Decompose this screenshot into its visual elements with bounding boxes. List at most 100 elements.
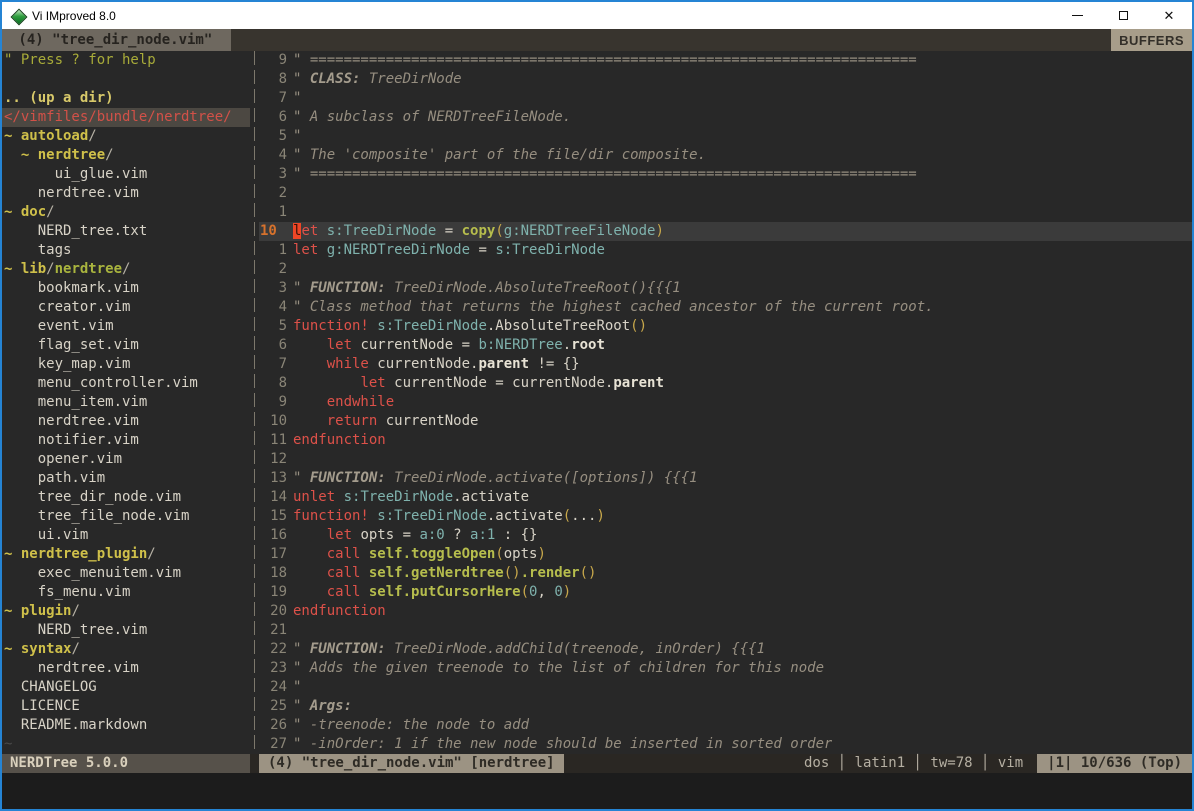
tree-item[interactable]: path.vim	[2, 469, 250, 488]
title-bar[interactable]: Vi IMproved 8.0 ✕	[2, 2, 1192, 29]
line-number: 18	[259, 564, 289, 583]
code-line[interactable]: 12	[259, 450, 1192, 469]
code-line[interactable]: 6" A subclass of NERDTreeFileNode.	[259, 108, 1192, 127]
code-line[interactable]: 4" The 'composite' part of the file/dir …	[259, 146, 1192, 165]
code-line[interactable]: 11endfunction	[259, 431, 1192, 450]
tab-tree-dir-node[interactable]: (4) "tree_dir_node.vim"	[2, 29, 231, 51]
tree-item[interactable]: nerdtree.vim	[2, 412, 250, 431]
tree-item[interactable]: ~ plugin/	[2, 602, 250, 621]
tree-item[interactable]: tree_file_node.vim	[2, 507, 250, 526]
tree-item[interactable]: " Press ? for help	[2, 51, 250, 70]
tree-item[interactable]: ~ nerdtree/	[2, 146, 250, 165]
code-line[interactable]: 27" -inOrder: 1 if the new node should b…	[259, 735, 1192, 754]
tree-item[interactable]: CHANGELOG	[2, 678, 250, 697]
tree-item[interactable]: exec_menuitem.vim	[2, 564, 250, 583]
tree-item[interactable]	[2, 70, 250, 89]
tree-item[interactable]: NERD_tree.txt	[2, 222, 250, 241]
code-line[interactable]: 20endfunction	[259, 602, 1192, 621]
tree-item[interactable]: ui_glue.vim	[2, 165, 250, 184]
code-line[interactable]: 21	[259, 621, 1192, 640]
code-text: endfunction	[289, 431, 386, 450]
tree-item[interactable]: event.vim	[2, 317, 250, 336]
tree-item[interactable]: menu_controller.vim	[2, 374, 250, 393]
tree-item-selected[interactable]: </vimfiles/bundle/nerdtree/	[2, 108, 250, 127]
code-line-cursor[interactable]: 10let s:TreeDirNode = copy(g:NERDTreeFil…	[259, 222, 1192, 241]
code-line[interactable]: 5"	[259, 127, 1192, 146]
token-cmt: " ======================================…	[293, 166, 917, 182]
code-line[interactable]: 8 let currentNode = currentNode.parent	[259, 374, 1192, 393]
code-line[interactable]: 1	[259, 203, 1192, 222]
code-line[interactable]: 22" FUNCTION: TreeDirNode.addChild(treen…	[259, 640, 1192, 659]
line-number: 9	[259, 51, 289, 70]
code-line[interactable]: 16 let opts = a:0 ? a:1 : {}	[259, 526, 1192, 545]
code-line[interactable]: 10 return currentNode	[259, 412, 1192, 431]
tree-item[interactable]: opener.vim	[2, 450, 250, 469]
code-line[interactable]: 17 call self.toggleOpen(opts)	[259, 545, 1192, 564]
command-line[interactable]	[2, 773, 1192, 809]
code-line[interactable]: 9" =====================================…	[259, 51, 1192, 70]
tree-item[interactable]: key_map.vim	[2, 355, 250, 374]
close-button[interactable]: ✕	[1146, 2, 1192, 29]
code-line[interactable]: 5function! s:TreeDirNode.AbsoluteTreeRoo…	[259, 317, 1192, 336]
maximize-button[interactable]	[1100, 2, 1146, 29]
tree-item[interactable]: nerdtree.vim	[2, 659, 250, 678]
tree-item[interactable]: fs_menu.vim	[2, 583, 250, 602]
code-line[interactable]: 4" Class method that returns the highest…	[259, 298, 1192, 317]
token-cmt: "	[293, 90, 301, 106]
token-updir: .. (up a dir)	[4, 90, 114, 106]
code-line[interactable]: 26" -treenode: the node to add	[259, 716, 1192, 735]
tree-item[interactable]: LICENCE	[2, 697, 250, 716]
code-line[interactable]: 3" =====================================…	[259, 165, 1192, 184]
code-line[interactable]: 6 let currentNode = b:NERDTree.root	[259, 336, 1192, 355]
tree-item[interactable]: flag_set.vim	[2, 336, 250, 355]
minimize-button[interactable]	[1054, 2, 1100, 29]
tree-item[interactable]: nerdtree.vim	[2, 184, 250, 203]
token-pl: : {}	[495, 527, 537, 543]
minimize-icon	[1072, 15, 1083, 16]
token-kw: function!	[293, 508, 369, 524]
code-line[interactable]: 15function! s:TreeDirNode.activate(...)	[259, 507, 1192, 526]
code-line[interactable]: 19 call self.putCursorHere(0, 0)	[259, 583, 1192, 602]
token-id: g:NERDTreeDirNode	[327, 242, 470, 258]
code-line[interactable]: 2	[259, 184, 1192, 203]
code-line[interactable]: 3" FUNCTION: TreeDirNode.AbsoluteTreeRoo…	[259, 279, 1192, 298]
code-line[interactable]: 2	[259, 260, 1192, 279]
code-text: while currentNode.parent != {}	[289, 355, 580, 374]
tree-item[interactable]: tags	[2, 241, 250, 260]
tree-item[interactable]: NERD_tree.vim	[2, 621, 250, 640]
code-line[interactable]: 14unlet s:TreeDirNode.activate	[259, 488, 1192, 507]
code-line[interactable]: 1let g:NERDTreeDirNode = s:TreeDirNode	[259, 241, 1192, 260]
tree-item[interactable]: ~	[2, 735, 250, 754]
code-line[interactable]: 23" Adds the given treenode to the list …	[259, 659, 1192, 678]
token-cmt: " Class method that returns the highest …	[293, 299, 934, 315]
tree-item[interactable]: README.markdown	[2, 716, 250, 735]
tree-item[interactable]: notifier.vim	[2, 431, 250, 450]
code-line[interactable]: 18 call self.getNerdtree().render()	[259, 564, 1192, 583]
tree-item[interactable]: creator.vim	[2, 298, 250, 317]
tree-item[interactable]: ~ doc/	[2, 203, 250, 222]
tree-item[interactable]: tree_dir_node.vim	[2, 488, 250, 507]
tree-item[interactable]: ~ syntax/	[2, 640, 250, 659]
token-sel: </vimfiles/bundle/nerdtree/	[4, 109, 232, 125]
line-number: 10	[259, 412, 289, 431]
token-cmt: TreeDirNode	[360, 71, 461, 87]
tree-item[interactable]: ui.vim	[2, 526, 250, 545]
token-cmt: TreeDirNode.addChild(treenode, inOrder) …	[386, 641, 765, 657]
tree-item[interactable]: ~ autoload/	[2, 127, 250, 146]
code-line[interactable]: 24"	[259, 678, 1192, 697]
line-number: 9	[259, 393, 289, 412]
token-file: menu_controller.vim	[4, 375, 198, 391]
code-line[interactable]: 25" Args:	[259, 697, 1192, 716]
code-line[interactable]: 8" CLASS: TreeDirNode	[259, 70, 1192, 89]
code-line[interactable]: 13" FUNCTION: TreeDirNode.activate([opti…	[259, 469, 1192, 488]
tree-item[interactable]: bookmark.vim	[2, 279, 250, 298]
code-text: " ======================================…	[289, 51, 917, 70]
window-separator[interactable]	[250, 51, 259, 754]
tree-item[interactable]: .. (up a dir)	[2, 89, 250, 108]
tree-item[interactable]: menu_item.vim	[2, 393, 250, 412]
code-line[interactable]: 7"	[259, 89, 1192, 108]
tree-item[interactable]: ~ nerdtree_plugin/	[2, 545, 250, 564]
tree-item[interactable]: ~ lib/nerdtree/	[2, 260, 250, 279]
code-line[interactable]: 9 endwhile	[259, 393, 1192, 412]
code-line[interactable]: 7 while currentNode.parent != {}	[259, 355, 1192, 374]
